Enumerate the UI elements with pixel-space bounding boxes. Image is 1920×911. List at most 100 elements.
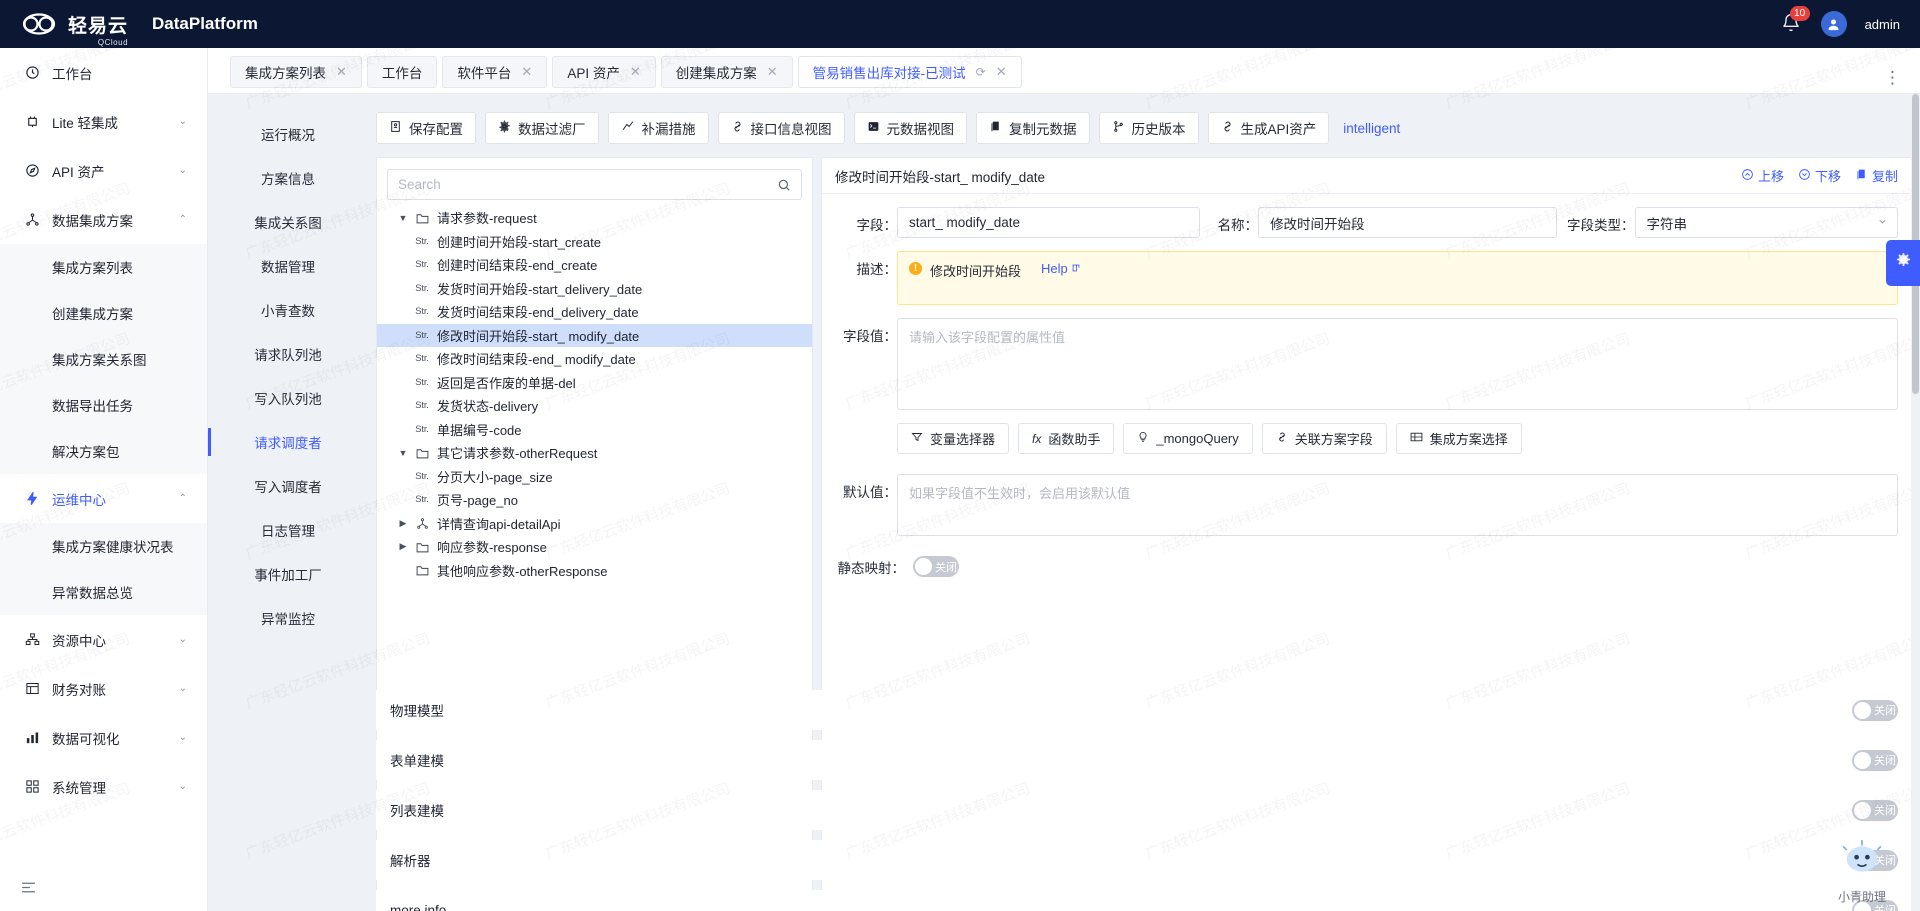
caret-right-icon[interactable]: ▶ xyxy=(395,541,411,552)
secnav-item-request-queue[interactable]: 请求队列池 xyxy=(208,332,368,376)
tab-workbench[interactable]: 工作台 xyxy=(367,56,438,88)
chevron-up-icon[interactable]: ⌃ xyxy=(179,214,187,225)
tree-node-start-create[interactable]: ▸ Str. 创建时间开始段-start_create xyxy=(377,230,812,254)
settings-drawer-button[interactable] xyxy=(1886,240,1920,286)
static-mapping-toggle[interactable]: 关闭 xyxy=(913,556,959,577)
refresh-icon[interactable]: ⟳ xyxy=(976,65,986,79)
search-box[interactable] xyxy=(387,169,802,200)
list-modeling-toggle[interactable]: 关闭 xyxy=(1852,800,1898,821)
sidebar-item-health-table[interactable]: 集成方案健康状况表 xyxy=(0,523,207,569)
secnav-item-exception-monitor[interactable]: 异常监控 xyxy=(208,596,368,640)
tab-plan-list[interactable]: 集成方案列表 ✕ xyxy=(230,56,362,88)
sidebar-item-lite[interactable]: Lite 轻集成 ⌄ xyxy=(0,97,207,146)
sidebar-item-system-admin[interactable]: 系统管理 ⌄ xyxy=(0,762,207,811)
sidebar-item-export-task[interactable]: 数据导出任务 xyxy=(0,382,207,428)
search-input[interactable] xyxy=(388,170,767,199)
name-input[interactable]: 修改时间开始段 xyxy=(1258,207,1556,238)
physical-model-toggle[interactable]: 关闭 xyxy=(1852,700,1898,721)
tree-node-other-response[interactable]: ▸ 其他响应参数-otherResponse xyxy=(377,559,812,583)
search-icon[interactable] xyxy=(767,178,801,192)
duplicate-button[interactable]: 复制 xyxy=(1855,166,1898,185)
sidebar-item-workbench[interactable]: 工作台 xyxy=(0,48,207,97)
secnav-item-write-queue[interactable]: 写入队列池 xyxy=(208,376,368,420)
generate-api-asset-button[interactable]: 生成API资产 xyxy=(1208,112,1330,144)
field-value-textarea[interactable]: 请输入该字段配置的属性值 xyxy=(897,318,1898,410)
sidebar-collapse-button[interactable] xyxy=(14,873,42,901)
tree-node-start-delivery-date[interactable]: ▸ Str. 发货时间开始段-start_delivery_date xyxy=(377,277,812,301)
chevron-down-icon[interactable]: ⌄ xyxy=(179,634,187,645)
tab-create-plan[interactable]: 创建集成方案 ✕ xyxy=(661,56,793,88)
tree-node-code[interactable]: ▸ Str. 单据编号-code xyxy=(377,418,812,442)
sidebar-item-data-integration[interactable]: 数据集成方案 ⌃ xyxy=(0,195,207,244)
section-list-modeling[interactable]: 列表建模 关闭 xyxy=(376,790,1912,830)
sidebar-item-solution-pack[interactable]: 解决方案包 xyxy=(0,428,207,474)
tree-node-del[interactable]: ▸ Str. 返回是否作废的单据-del xyxy=(377,371,812,395)
form-modeling-toggle[interactable]: 关闭 xyxy=(1852,750,1898,771)
sidebar-item-abnormal-overview[interactable]: 异常数据总览 xyxy=(0,569,207,615)
related-plan-field-button[interactable]: 关联方案字段 xyxy=(1262,423,1387,454)
sidebar-item-ops-center[interactable]: 运维中心 ⌃ xyxy=(0,474,207,523)
tab-overflow-menu-icon[interactable]: ⋮ xyxy=(1884,73,1920,93)
tree-node-end-create[interactable]: ▸ Str. 创建时间结束段-end_create xyxy=(377,253,812,277)
chevron-down-icon[interactable]: ⌄ xyxy=(179,732,187,743)
section-more-info[interactable]: more info 关闭 xyxy=(376,890,1912,911)
section-form-modeling[interactable]: 表单建模 关闭 xyxy=(376,740,1912,780)
secnav-item-relation-diagram[interactable]: 集成关系图 xyxy=(208,200,368,244)
secnav-item-request-scheduler[interactable]: 请求调度者 xyxy=(208,420,368,464)
intelligent-link[interactable]: intelligent xyxy=(1343,121,1400,136)
secnav-item-data-management[interactable]: 数据管理 xyxy=(208,244,368,288)
field-type-select[interactable]: 字符串 xyxy=(1635,207,1898,238)
secnav-item-plan-info[interactable]: 方案信息 xyxy=(208,156,368,200)
interface-info-view-button[interactable]: 接口信息视图 xyxy=(718,112,845,144)
default-value-textarea[interactable]: 如果字段值不生效时，会启用该默认值 xyxy=(897,474,1898,536)
tree-node-page-size[interactable]: ▸ Str. 分页大小-page_size xyxy=(377,465,812,489)
sidebar-item-create-plan[interactable]: 创建集成方案 xyxy=(0,290,207,336)
tree-node-response[interactable]: ▶ 响应参数-response xyxy=(377,535,812,559)
sidebar-item-finance[interactable]: 财务对账 ⌄ xyxy=(0,664,207,713)
sidebar-item-resource-center[interactable]: 资源中心 ⌄ xyxy=(0,615,207,664)
logo[interactable]: 轻易云 QCloud DataPlatform xyxy=(0,9,258,39)
tree-node-other-request[interactable]: ▼ 其它请求参数-otherRequest xyxy=(377,441,812,465)
notification-bell-icon[interactable]: 10 xyxy=(1781,13,1803,35)
caret-down-icon[interactable]: ▼ xyxy=(395,213,411,223)
chevron-down-icon[interactable]: ⌄ xyxy=(179,165,187,176)
sidebar-item-visualization[interactable]: 数据可视化 ⌄ xyxy=(0,713,207,762)
chevron-down-icon[interactable]: ⌄ xyxy=(179,116,187,127)
close-icon[interactable]: ✕ xyxy=(521,64,532,80)
secnav-item-event-factory[interactable]: 事件加工厂 xyxy=(208,552,368,596)
remediation-button[interactable]: 补漏措施 xyxy=(608,112,709,144)
mongo-query-button[interactable]: _mongoQuery xyxy=(1123,423,1252,454)
tree-node-detail-api[interactable]: ▶ 详情查询api-detailApi xyxy=(377,512,812,536)
help-link[interactable]: Help xyxy=(1041,261,1081,276)
username-label[interactable]: admin xyxy=(1865,17,1900,32)
secnav-item-xiaoqing-query[interactable]: 小青查数 xyxy=(208,288,368,332)
chevron-up-icon[interactable]: ⌃ xyxy=(179,493,187,504)
chevron-down-icon[interactable]: ⌄ xyxy=(179,683,187,694)
close-icon[interactable]: ✕ xyxy=(630,64,641,80)
tab-guanyi-sales-outbound[interactable]: 管易销售出库对接-已测试 ⟳ ✕ xyxy=(798,56,1022,88)
vertical-scrollbar[interactable] xyxy=(1911,94,1920,911)
tree-node-page-no[interactable]: ▸ Str. 页号-page_no xyxy=(377,488,812,512)
close-icon[interactable]: ✕ xyxy=(336,64,347,80)
field-input[interactable]: start_ modify_date xyxy=(897,207,1200,238)
copy-metadata-button[interactable]: 复制元数据 xyxy=(976,112,1090,144)
tree-node-end-delivery-date[interactable]: ▸ Str. 发货时间结束段-end_delivery_date xyxy=(377,300,812,324)
chevron-down-icon[interactable]: ⌄ xyxy=(179,781,187,792)
secnav-item-write-scheduler[interactable]: 写入调度者 xyxy=(208,464,368,508)
function-helper-button[interactable]: fx 函数助手 xyxy=(1018,423,1114,454)
close-icon[interactable]: ✕ xyxy=(767,64,778,80)
sidebar-item-plan-list[interactable]: 集成方案列表 xyxy=(0,244,207,290)
tree-node-delivery[interactable]: ▸ Str. 发货状态-delivery xyxy=(377,394,812,418)
caret-right-icon[interactable]: ▶ xyxy=(395,518,411,529)
caret-down-icon[interactable]: ▼ xyxy=(395,448,411,458)
avatar[interactable] xyxy=(1821,11,1847,37)
tree-node-end-modify-date[interactable]: ▸ Str. 修改时间结束段-end_ modify_date xyxy=(377,347,812,371)
save-config-button[interactable]: 保存配置 xyxy=(376,112,476,144)
tree-node-start-modify-date[interactable]: ▸ Str. 修改时间开始段-start_ modify_date xyxy=(377,324,812,348)
section-physical-model[interactable]: 物理模型 关闭 xyxy=(376,690,1912,730)
secnav-item-overview[interactable]: 运行概况 xyxy=(208,112,368,156)
section-parser[interactable]: 解析器 关闭 xyxy=(376,840,1912,880)
assistant-widget[interactable]: 小青助理 xyxy=(1814,837,1910,905)
variable-selector-button[interactable]: 变量选择器 xyxy=(897,423,1009,454)
integration-plan-select-button[interactable]: 集成方案选择 xyxy=(1396,423,1522,454)
